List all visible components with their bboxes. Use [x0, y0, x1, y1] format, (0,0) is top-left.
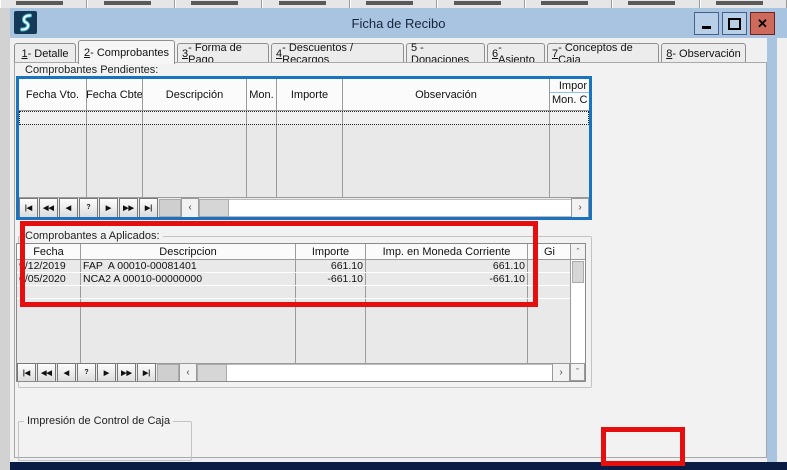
- aplicados-empty-area: [17, 299, 571, 365]
- nav-search-button[interactable]: ?: [79, 198, 98, 218]
- tab-descuentos-recargos[interactable]: 4 - Descuentos / Recargos: [271, 43, 404, 63]
- impresion-group-label: Impresión de Control de Caja: [24, 415, 173, 427]
- screen: Ficha de Recibo ✕ 1 - Detalle 2 - Compro…: [0, 0, 787, 470]
- hscroll-track[interactable]: [229, 199, 571, 217]
- background-window-tabs: [0, 0, 787, 8]
- aplicados-vscroll[interactable]: ˆ: [570, 244, 585, 363]
- impresion-groupbox: [18, 421, 192, 461]
- dialog-right-border: [767, 38, 777, 462]
- col-fecha[interactable]: Fecha: [17, 244, 81, 259]
- hscroll-right-arrow[interactable]: ›: [571, 198, 589, 218]
- col-mon[interactable]: Mon.: [247, 79, 277, 110]
- col-fecha-cbte[interactable]: Fecha Cbte: [87, 79, 143, 110]
- dialog-titlebar: Ficha de Recibo ✕: [10, 8, 787, 38]
- pendientes-group-label: Comprobantes Pendientes:: [22, 64, 161, 76]
- nav-prev-button[interactable]: ◀: [59, 198, 78, 218]
- aplicados-record-navigator: |◀ ◀◀ ◀ ? ▶ ▶▶ ▶| ‹ ›: [17, 363, 570, 381]
- maximize-button[interactable]: [722, 12, 747, 35]
- col-observacion[interactable]: Observación: [343, 79, 550, 110]
- tab-donaciones[interactable]: 5 - Donaciones: [406, 43, 485, 63]
- aplicados-row-2[interactable]: 6/05/2020 NCA2 A 00010-00000000 -661.10 …: [17, 273, 571, 286]
- tab-comprobantes[interactable]: 2 - Comprobantes: [78, 40, 175, 64]
- col-imp-moneda-corriente[interactable]: Imp. en Moneda Corriente: [366, 244, 528, 259]
- aplicados-group-label: Comprobantes a Aplicados:: [22, 230, 163, 242]
- hscroll-right-arrow[interactable]: ›: [552, 363, 570, 383]
- dialog-title: Ficha de Recibo: [10, 16, 787, 31]
- hscroll-left-arrow[interactable]: ‹: [181, 198, 199, 218]
- pendientes-header-row: Fecha Vto. Fecha Cbte Descripción Mon. I…: [19, 79, 589, 111]
- tab-conceptos-de-caja[interactable]: 7 - Conceptos de Caja: [547, 43, 659, 63]
- pendientes-empty-selected-row[interactable]: [19, 111, 589, 125]
- hscroll-thumb[interactable]: [197, 364, 227, 382]
- dialog-bottom-border: [10, 462, 787, 470]
- col-importe[interactable]: Importe: [277, 79, 343, 110]
- window-controls: ✕: [694, 12, 775, 35]
- pendientes-empty-area: [19, 125, 589, 199]
- pendientes-table: Fecha Vto. Fecha Cbte Descripción Mon. I…: [16, 76, 592, 220]
- nav-last-button[interactable]: ▶|: [139, 198, 158, 218]
- tab-observacion[interactable]: 8 - Observación: [661, 43, 746, 63]
- hscroll-left-arrow[interactable]: ‹: [179, 363, 197, 383]
- col-gi[interactable]: Gi: [528, 244, 571, 259]
- nav-fast-next-button[interactable]: ▶▶: [117, 363, 136, 383]
- nav-first-button[interactable]: |◀: [19, 198, 38, 218]
- nav-fast-prev-button[interactable]: ◀◀: [37, 363, 56, 383]
- aplicados-header-row: Fecha Descripcion Importe Imp. en Moneda…: [17, 244, 571, 260]
- nav-prev-button[interactable]: ◀: [57, 363, 76, 383]
- aplicados-table: Fecha Descripcion Importe Imp. en Moneda…: [16, 243, 586, 382]
- nav-fast-next-button[interactable]: ▶▶: [119, 198, 138, 218]
- hscroll-thumb[interactable]: [199, 199, 229, 217]
- nav-last-button[interactable]: ▶|: [137, 363, 156, 383]
- close-button[interactable]: ✕: [750, 12, 775, 35]
- vscroll-down-arrow[interactable]: ˇ: [570, 363, 585, 381]
- vscroll-thumb[interactable]: [572, 261, 584, 283]
- col-importe[interactable]: Importe: [296, 244, 366, 259]
- tab-detalle[interactable]: 1 - Detalle: [14, 43, 76, 63]
- aplicados-empty-row: [17, 286, 571, 299]
- col-fecha-vto[interactable]: Fecha Vto.: [19, 79, 87, 110]
- nav-first-button[interactable]: |◀: [17, 363, 36, 383]
- tab-forma-de-pago[interactable]: 3 - Forma de Pago: [177, 43, 269, 63]
- tab-asiento[interactable]: 6 - Asiento: [487, 43, 545, 63]
- pendientes-record-navigator: |◀ ◀◀ ◀ ? ▶ ▶▶ ▶| ‹ ›: [19, 197, 589, 217]
- vscroll-up-arrow[interactable]: ˆ: [571, 244, 585, 260]
- nav-search-button[interactable]: ?: [77, 363, 96, 383]
- col-importe-moneda-corriente[interactable]: Impor Mon. C: [550, 79, 589, 110]
- nav-fast-prev-button[interactable]: ◀◀: [39, 198, 58, 218]
- hscroll-track[interactable]: [227, 364, 552, 382]
- aplicados-row-1[interactable]: 9/12/2019 FAP A 00010-00081401 661.10 66…: [17, 260, 571, 273]
- nav-next-button[interactable]: ▶: [97, 363, 116, 383]
- nav-next-button[interactable]: ▶: [99, 198, 118, 218]
- col-descripcion[interactable]: Descripción: [143, 79, 247, 110]
- col-descripcion[interactable]: Descripcion: [81, 244, 296, 259]
- minimize-button[interactable]: [694, 12, 719, 35]
